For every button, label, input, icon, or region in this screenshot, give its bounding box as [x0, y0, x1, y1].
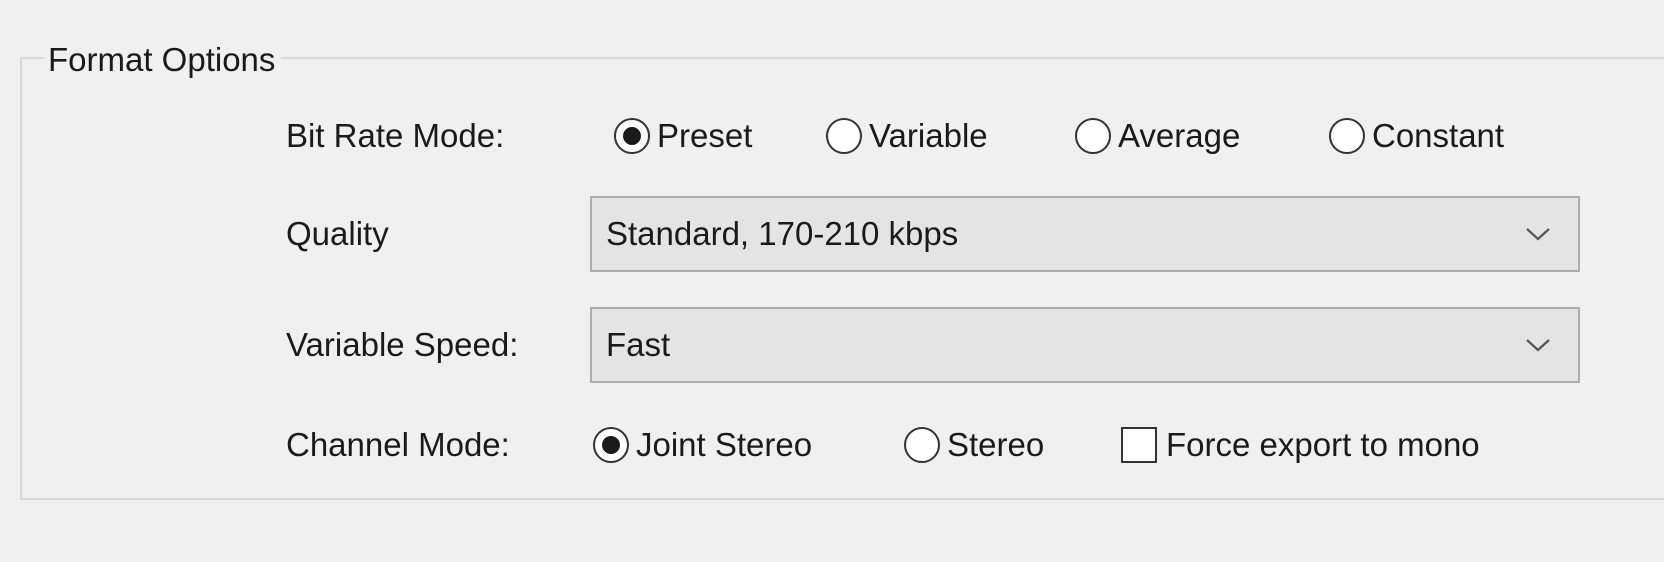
variable-speed-dropdown[interactable]: Fast — [590, 307, 1580, 383]
bit-rate-constant-radio[interactable]: Constant — [1329, 116, 1504, 156]
bit-rate-average-label: Average — [1118, 117, 1241, 154]
channel-stereo-radio[interactable]: Stereo — [904, 425, 1044, 465]
bit-rate-preset-label: Preset — [657, 117, 753, 154]
radio-unselected-icon — [826, 118, 862, 154]
force-mono-label: Force export to mono — [1166, 426, 1480, 463]
variable-speed-label: Variable Speed: — [286, 326, 519, 363]
chevron-down-icon[interactable] — [1498, 198, 1578, 270]
quality-dropdown[interactable]: Standard, 170-210 kbps — [590, 196, 1580, 272]
bit-rate-variable-radio[interactable]: Variable — [826, 116, 988, 156]
quality-value: Standard, 170-210 kbps — [606, 215, 959, 252]
force-mono-checkbox[interactable]: Force export to mono — [1121, 425, 1480, 465]
channel-joint-stereo-label: Joint Stereo — [636, 426, 813, 463]
bit-rate-constant-label: Constant — [1372, 117, 1505, 154]
radio-unselected-icon — [1075, 118, 1111, 154]
radio-unselected-icon — [904, 427, 940, 463]
radio-selected-icon — [614, 118, 650, 154]
bit-rate-variable-label: Variable — [869, 117, 988, 154]
channel-stereo-label: Stereo — [947, 426, 1045, 463]
bit-rate-preset-radio[interactable]: Preset — [614, 116, 752, 156]
quality-label: Quality — [286, 215, 389, 252]
bit-rate-mode-label: Bit Rate Mode: — [286, 117, 505, 154]
radio-unselected-icon — [1329, 118, 1365, 154]
bit-rate-average-radio[interactable]: Average — [1075, 116, 1240, 156]
chevron-down-icon[interactable] — [1498, 309, 1578, 381]
variable-speed-value: Fast — [606, 326, 671, 363]
radio-selected-icon — [593, 427, 629, 463]
format-options-title: Format Options — [44, 40, 282, 80]
checkbox-unchecked-icon — [1121, 427, 1157, 463]
channel-mode-label: Channel Mode: — [286, 426, 510, 463]
channel-joint-stereo-radio[interactable]: Joint Stereo — [593, 425, 812, 465]
